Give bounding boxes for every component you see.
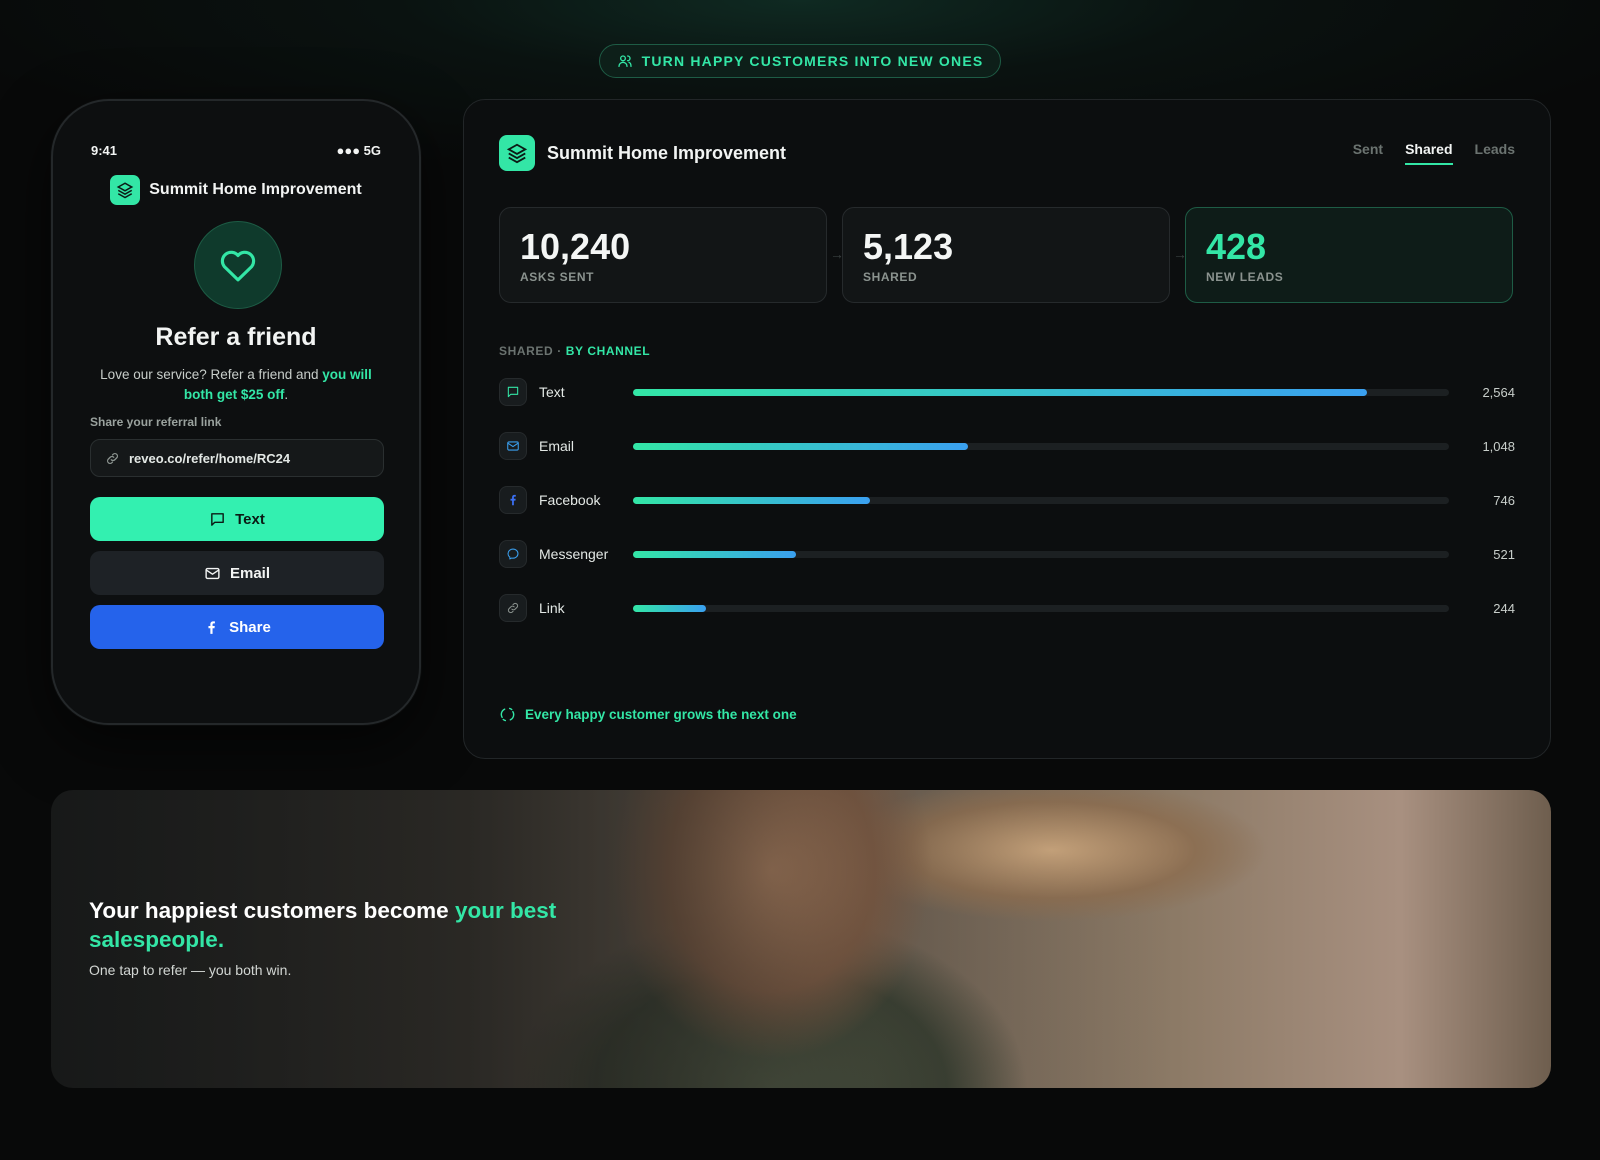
channel-name: Text: [539, 384, 565, 400]
refer-title: Refer a friend: [155, 323, 317, 351]
link-icon: [107, 452, 118, 464]
channel-name: Facebook: [539, 492, 601, 508]
facebook-icon: [208, 620, 216, 634]
mail-icon: [205, 567, 220, 579]
heart-icon: [220, 250, 256, 282]
refer-description: Love our service? Refer a friend and you…: [89, 365, 383, 405]
referral-link-field[interactable]: reveo.co/refer/home/RC24: [90, 439, 384, 477]
phone-brand-name: Summit Home Improvement: [149, 181, 362, 198]
channel-row-text: Text 2,564: [499, 377, 1515, 407]
tab-sent[interactable]: Sent: [1353, 141, 1383, 165]
channel-name: Email: [539, 438, 575, 454]
email-button-label: Email: [229, 564, 271, 582]
dashboard-brand-name: Summit Home Improvement: [547, 142, 787, 163]
phone-brand: Summit Home Improvement: [53, 175, 419, 205]
facebook-share-button[interactable]: Share: [90, 605, 384, 649]
chat-bubble-icon: [211, 512, 224, 526]
brand-logo-icon: [499, 135, 535, 171]
banner-headline: Your happiest customers become your best…: [89, 896, 569, 954]
facebook-icon: [499, 486, 527, 514]
channel-bar-track: [633, 388, 1449, 396]
channel-bar-track: [633, 442, 1449, 450]
channel-value: 244: [1493, 600, 1515, 616]
mail-icon: [499, 432, 527, 460]
channel-row-facebook: Facebook 746: [499, 485, 1515, 515]
tab-shared[interactable]: Shared: [1405, 141, 1453, 165]
footer-note: Every happy customer grows the next one: [499, 706, 797, 723]
text-share-button[interactable]: Text: [90, 497, 384, 541]
tagline-pill: TURN HAPPY CUSTOMERS INTO NEW ONES: [599, 44, 1001, 78]
channel-name: Link: [539, 600, 565, 616]
stat-label: ASKS SENT: [520, 270, 595, 284]
channel-row-link: Link 244: [499, 593, 1515, 623]
channel-value: 1,048: [1482, 438, 1515, 454]
channel-value: 521: [1493, 546, 1515, 562]
stat-value: 10,240: [520, 226, 631, 267]
status-time: 9:41: [91, 143, 118, 158]
channel-bar-fill: [633, 604, 707, 612]
cycle-icon: [500, 707, 515, 722]
chat-bubble-icon: [499, 378, 527, 406]
stat-label: NEW LEADS: [1206, 270, 1284, 284]
stat-label: SHARED: [863, 270, 918, 284]
channel-bar-track: [633, 550, 1449, 558]
channel-value: 2,564: [1482, 384, 1515, 400]
messenger-icon: [499, 540, 527, 568]
footer-note-text: Every happy customer grows the next one: [525, 707, 797, 722]
referral-link-value: reveo.co/refer/home/RC24: [129, 450, 291, 466]
tab-leads[interactable]: Leads: [1475, 141, 1515, 165]
channel-row-email: Email 1,048: [499, 431, 1515, 461]
hero-banner: Your happiest customers become your best…: [51, 790, 1551, 1088]
dashboard-brand: Summit Home Improvement: [499, 135, 786, 171]
channel-bar-fill: [633, 496, 870, 504]
share-link-label: Share your referral link: [90, 415, 222, 429]
channel-bar-track: [633, 604, 1449, 612]
dashboard-tabs: Sent Shared Leads: [1353, 141, 1515, 165]
channel-bar-fill: [633, 388, 1368, 396]
link-icon: [499, 594, 527, 622]
stat-value: 5,123: [863, 226, 954, 267]
channel-bar-fill: [633, 550, 797, 558]
section-separator: ·: [553, 344, 566, 358]
channel-name: Messenger: [539, 546, 609, 562]
phone-mockup: 9:41 ●●● 5G Summit Home Improvement Refe…: [51, 99, 421, 725]
stat-value: 428: [1206, 226, 1267, 267]
stat-card-shared: 5,123 SHARED: [842, 207, 1170, 303]
channel-row-messenger: Messenger 521: [499, 539, 1515, 569]
brand-logo-icon: [110, 175, 141, 205]
status-bar: 9:41 ●●● 5G: [91, 143, 381, 158]
refer-desc-prefix: Love our service? Refer a friend and: [100, 367, 323, 382]
channel-section-label: SHARED · BY CHANNEL: [499, 344, 650, 358]
stat-card-asks-sent: 10,240 ASKS SENT: [499, 207, 827, 303]
banner-headline-prefix: Your happiest customers become: [89, 898, 455, 923]
referral-dashboard: Summit Home Improvement Sent Shared Lead…: [463, 99, 1551, 759]
status-signal: ●●● 5G: [336, 143, 381, 158]
section-label: SHARED: [499, 344, 554, 358]
heart-badge: [194, 221, 282, 309]
stat-card-new-leads: 428 NEW LEADS: [1185, 207, 1513, 303]
channel-bar-track: [633, 496, 1449, 504]
banner-subline: One tap to refer — you both win.: [89, 962, 292, 978]
tagline-text: TURN HAPPY CUSTOMERS INTO NEW ONES: [641, 53, 984, 69]
email-share-button[interactable]: Email: [90, 551, 384, 595]
refer-desc-suffix: .: [284, 387, 289, 402]
channel-value: 746: [1493, 492, 1515, 508]
channel-bar-fill: [633, 442, 968, 450]
section-highlight: BY CHANNEL: [565, 344, 651, 358]
text-button-label: Text: [235, 510, 265, 528]
users-icon: [617, 55, 632, 67]
share-button-label: Share: [229, 618, 271, 636]
